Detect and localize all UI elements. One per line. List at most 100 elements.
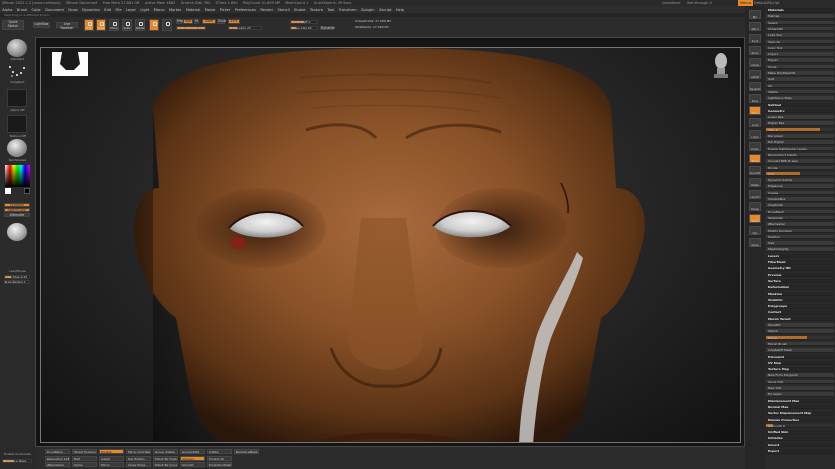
bottom-dynamesh-button[interactable]: DynaMesh <box>45 449 70 454</box>
menu-item-layer[interactable]: Layer <box>124 6 138 13</box>
custom-slider[interactable]: Backface Mask <box>2 459 32 463</box>
zadd-button[interactable]: Zadd <box>202 19 216 24</box>
palette-button-make-polymesh3d[interactable]: Make PolyMesh3D <box>766 71 834 76</box>
main-color-swatch[interactable] <box>5 188 11 194</box>
menu-item-help[interactable]: Help <box>394 6 407 13</box>
palette-button-goz[interactable]: GoZ <box>766 77 834 82</box>
menu-item-light[interactable]: Light <box>138 6 151 13</box>
view-zoom3d-button[interactable]: Zoom3D <box>749 166 761 175</box>
draw-size-slider[interactable]: Draw Size 64 <box>290 26 318 30</box>
view-dynamic-button[interactable]: Dynamic <box>749 82 761 91</box>
stroke-preview-icon[interactable] <box>7 63 27 79</box>
menu-item-transform[interactable]: Transform <box>337 6 359 13</box>
palette-section-polygroups[interactable]: Polygroups <box>766 304 834 309</box>
menu-item-tool[interactable]: Tool <box>325 6 336 13</box>
menu-item-color[interactable]: Color <box>29 6 43 13</box>
focal-shift-slider[interactable]: Focal Shift 0 <box>290 20 318 24</box>
palette-button-meshintegrity[interactable]: MeshIntegrity <box>766 247 834 252</box>
palette-button-matcap[interactable]: MatCap <box>766 14 834 19</box>
menu-item-stencil[interactable]: Stencil <box>275 6 292 13</box>
live-boolean-button[interactable]: Live Boolean <box>56 22 78 29</box>
palette-button-size[interactable]: Size <box>766 241 834 246</box>
bottom-projectionshell-button[interactable]: ProjectionShell <box>207 462 232 467</box>
texture-preview-icon[interactable] <box>7 115 27 133</box>
palette-section-export[interactable]: Export <box>766 449 834 454</box>
menu-item-marker[interactable]: Marker <box>167 6 184 13</box>
palette-section-uv-map[interactable]: UV Map <box>766 360 834 366</box>
material-preview-icon[interactable] <box>7 139 27 157</box>
secondary-color-swatch[interactable] <box>24 188 30 194</box>
palette-button-dynamic-subdiv[interactable]: Dynamic Subdiv <box>766 178 834 183</box>
palette-section-deformation[interactable]: Deformation <box>766 285 834 290</box>
menu-item-stroke[interactable]: Stroke <box>292 6 308 13</box>
zcut-button[interactable]: Zcut <box>228 19 240 24</box>
palette-button-import[interactable]: Import <box>766 52 834 57</box>
zsub-button[interactable]: Zsub <box>217 19 226 24</box>
palette-button-freeze-subdivision-levels[interactable]: Freeze SubDivision Levels <box>766 146 834 152</box>
bottom-backfacemask-button[interactable]: BackfaceMask <box>234 449 259 454</box>
quick-sketch-button[interactable]: Quick Sketch <box>2 20 24 30</box>
bottom-inflate-button[interactable]: Inflate <box>207 449 232 454</box>
view-ghost-button[interactable]: Ghost <box>749 214 761 223</box>
palette-button-shadowbox[interactable]: ShadowBox <box>766 197 834 202</box>
palette-button-clone[interactable]: Clone <box>766 64 834 70</box>
view-persp-button[interactable]: Persp <box>749 94 761 103</box>
menu-item-edit[interactable]: Edit <box>102 6 113 13</box>
view-spix-3-button[interactable]: SPix 3 <box>749 22 761 31</box>
rgb-button[interactable]: Rgb <box>183 19 193 24</box>
palette-section-fibermesh[interactable]: FiberMesh <box>766 260 834 265</box>
palette-button-claypolish[interactable]: ClayPolish <box>766 203 834 208</box>
brush-preview-icon[interactable] <box>7 39 27 57</box>
lazyradius-slider[interactable]: LazyRadius 1 <box>4 280 30 284</box>
draw-mode-button[interactable]: Draw <box>96 19 106 31</box>
palette-button-position[interactable]: Position <box>766 234 834 240</box>
alpha-preview-icon[interactable] <box>7 89 27 107</box>
lightbox-button[interactable]: LightBox <box>33 22 50 28</box>
view-rotate-button[interactable]: Rotate <box>749 178 761 187</box>
bottom-polish-by-groups-button[interactable]: Polish By Groups <box>153 462 178 467</box>
bottom-half-button[interactable]: Half <box>72 455 97 461</box>
palette-section-unified-skin[interactable]: Unified Skin <box>766 430 834 435</box>
menu-item-draw[interactable]: Draw <box>66 6 80 13</box>
head-sculpt-render[interactable] <box>41 48 741 443</box>
m-button[interactable]: M <box>194 19 199 24</box>
view-transp-button[interactable]: Transp <box>749 202 761 211</box>
bottom-project-all-button[interactable]: Project All <box>207 455 232 461</box>
lazymouse-label[interactable]: LazyMouse <box>0 269 35 273</box>
palette-slider-dsmooth-0[interactable]: DSmooth 0 <box>766 423 834 429</box>
color-picker[interactable] <box>5 165 30 187</box>
palette-section-import[interactable]: Import <box>766 442 834 448</box>
mrgb-button[interactable]: Mrgb <box>176 19 185 24</box>
palette-button-higher-res[interactable]: Higher Res <box>766 121 834 126</box>
palette-button-tessimate[interactable]: Tessimate <box>766 215 834 221</box>
palette-button-fix-seam[interactable]: Fix Seam <box>766 392 834 397</box>
bottom-mirror-button[interactable]: Mirror <box>99 462 124 467</box>
menu-item-brush[interactable]: Brush <box>15 6 30 13</box>
view-aahalf-button[interactable]: AAHalf <box>749 70 761 79</box>
palette-section-layers[interactable]: Layers <box>766 253 834 259</box>
view-frame-button[interactable]: Frame <box>749 142 761 151</box>
palette-button-lower-res[interactable]: Lower Res <box>766 115 834 120</box>
palette-button-storemt[interactable]: StoreMT <box>766 323 834 328</box>
view-zoom-button[interactable]: Zoom <box>749 46 761 55</box>
bottom-groupssplit-button[interactable]: GroupsSplit <box>180 449 205 454</box>
view-floor-button[interactable]: Floor <box>749 106 761 115</box>
view-line-fill-button[interactable]: Line Fill <box>749 190 761 199</box>
palette-section-materials[interactable]: Materials <box>766 8 834 13</box>
view-actual-button[interactable]: Actual <box>749 58 761 67</box>
scale-mode-button[interactable]: Scale <box>122 19 132 31</box>
bottom-sharpen-button[interactable]: Sharpen <box>180 455 205 461</box>
palette-button-lightbox-tools[interactable]: Lightbox ▸ Tools <box>766 96 834 101</box>
palette-section-texture-map[interactable]: Texture Map <box>766 367 834 372</box>
palette-section-geometry-hd[interactable]: Geometry HD <box>766 266 834 271</box>
bottom-zremesher-button[interactable]: ZRemesher <box>45 462 70 467</box>
palette-button-morph-brush[interactable]: Morph Brush <box>766 341 834 347</box>
palette-button-save-as[interactable]: Save As <box>766 39 834 45</box>
view-solo-button[interactable]: Solo <box>749 226 761 235</box>
palette-section-vector-displacement-map[interactable]: Vector Displacement Map <box>766 411 834 416</box>
menu-item-texture[interactable]: Texture <box>308 6 326 13</box>
menu-item-picker[interactable]: Picker <box>218 6 233 13</box>
menu-item-render[interactable]: Render <box>258 6 275 13</box>
palette-button-del-lower[interactable]: Del Lower <box>766 134 834 139</box>
palette-button-zremesher[interactable]: ZRemesher <box>766 222 834 227</box>
